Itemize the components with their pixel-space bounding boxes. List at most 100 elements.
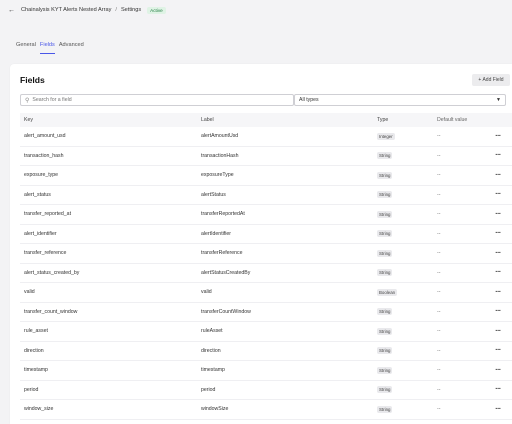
more-horizontal-icon[interactable]: ··· (488, 172, 508, 179)
more-horizontal-icon[interactable]: ··· (488, 367, 508, 374)
type-badge: String (377, 249, 393, 257)
field-default: -- (437, 250, 441, 257)
field-key: window_size (24, 406, 54, 413)
field-default: -- (437, 152, 441, 159)
type-badge: String (377, 269, 393, 277)
arrow-left-icon[interactable]: ← (8, 7, 15, 14)
field-key: period (24, 386, 39, 393)
more-horizontal-icon[interactable]: ··· (488, 328, 508, 335)
more-horizontal-icon[interactable]: ··· (488, 250, 508, 257)
field-type-cell: String (373, 230, 433, 238)
more-horizontal-icon[interactable]: ··· (488, 406, 508, 413)
field-key: transfer_reference (24, 250, 67, 257)
chevron-down-icon: ▼ (496, 97, 501, 103)
type-badge: String (377, 171, 393, 179)
more-horizontal-icon[interactable]: ··· (488, 269, 508, 276)
table-row[interactable]: direction direction String -- ··· (20, 342, 512, 361)
add-field-button[interactable]: + Add Field (472, 74, 510, 86)
table-row[interactable]: period period String -- ··· (20, 381, 512, 400)
type-badge: String (377, 308, 393, 316)
table-row[interactable]: alert_amount_usd alertAmountUsd Integer -- ·… (20, 127, 512, 147)
more-horizontal-icon[interactable]: ··· (488, 386, 508, 393)
field-default: -- (437, 406, 441, 413)
more-horizontal-icon[interactable]: ··· (488, 152, 508, 159)
field-label: alertStatus (201, 191, 226, 198)
field-type-cell: String (373, 191, 433, 199)
page-title: Chainalysis KYT Alerts Nested Array (21, 7, 112, 13)
field-type-cell: Boolean (373, 288, 433, 296)
tab-advanced[interactable]: Advanced (59, 42, 84, 54)
more-horizontal-icon[interactable]: ··· (488, 191, 508, 198)
tab-bar: General Fields Advanced (16, 42, 84, 54)
table-body: alert_amount_usd alertAmountUsd Integer -- ·… (20, 127, 512, 420)
table-row[interactable]: transfer_reported_at transferReportedAt St… (20, 205, 512, 225)
top-bar: ← Chainalysis KYT Alerts Nested Array / … (0, 0, 512, 20)
field-label: transferReportedAt (201, 211, 245, 218)
field-type-cell: String (373, 366, 433, 374)
table-row[interactable]: alert_status alertStatus String -- ··· (20, 186, 512, 205)
table-row[interactable]: exposure_type exposureType String -- ··· (20, 166, 512, 186)
field-label: exposureType (201, 172, 234, 179)
field-type-cell: String (373, 249, 433, 257)
field-type-cell: String (373, 152, 433, 160)
field-type-cell: String (373, 386, 433, 394)
type-badge: Integer (377, 132, 395, 140)
more-horizontal-icon[interactable]: ··· (488, 133, 508, 140)
column-header-key: Key (24, 117, 33, 123)
column-header-default: Default value (437, 117, 468, 123)
breadcrumb-settings[interactable]: Settings (121, 7, 141, 13)
field-label: timestamp (201, 367, 225, 374)
type-filter-select[interactable]: All types ▼ (294, 94, 506, 106)
tab-fields[interactable]: Fields (39, 42, 55, 54)
table-header: Key Label Type Default value (20, 113, 512, 127)
field-key: timestamp (24, 367, 48, 374)
field-default: -- (437, 289, 441, 296)
field-default: -- (437, 230, 441, 237)
more-horizontal-icon[interactable]: ··· (488, 230, 508, 237)
table-row[interactable]: alert_identifier alertIdentifier String -- ·… (20, 225, 512, 244)
field-key: alert_status_created_by (24, 269, 80, 276)
field-key: transaction_hash (24, 152, 64, 159)
type-badge: String (377, 405, 393, 413)
table-row[interactable]: rule_asset ruleAsset String -- ··· (20, 322, 512, 342)
type-badge: String (377, 386, 393, 394)
card-title: Fields (20, 75, 45, 85)
table-row[interactable]: alert_status_created_by alertStatusCreate… (20, 264, 512, 283)
type-badge: Boolean (377, 288, 398, 296)
field-label: transferCountWindow (201, 308, 251, 315)
type-badge: String (377, 152, 393, 160)
more-horizontal-icon[interactable]: ··· (488, 211, 508, 218)
field-label: transactionHash (201, 152, 239, 159)
search-input[interactable] (32, 97, 283, 103)
more-horizontal-icon[interactable]: ··· (488, 308, 508, 315)
field-type-cell: String (373, 171, 433, 179)
tab-general[interactable]: General (16, 42, 36, 54)
field-label: ruleAsset (201, 328, 223, 335)
field-label: valid (201, 289, 212, 296)
column-header-label: Label (201, 117, 214, 123)
field-default: -- (437, 308, 441, 315)
field-key: transfer_reported_at (24, 211, 72, 218)
more-horizontal-icon[interactable]: ··· (488, 347, 508, 354)
table-row[interactable]: transfer_reference transferReference Strin… (20, 244, 512, 264)
field-default: -- (437, 191, 441, 198)
search-box: ⚲ (20, 94, 294, 106)
field-label: direction (201, 347, 221, 354)
field-label: alertAmountUsd (201, 133, 239, 140)
field-label: alertIdentifier (201, 230, 231, 237)
breadcrumb-separator: / (115, 7, 117, 13)
table-row[interactable]: transaction_hash transactionHash String -- ·… (20, 147, 512, 166)
table-row[interactable]: valid valid Boolean -- ··· (20, 283, 512, 303)
table-row[interactable]: window_size windowSize String -- ··· (20, 400, 512, 420)
field-key: alert_status (24, 191, 51, 198)
field-label: windowSize (201, 406, 229, 413)
more-horizontal-icon[interactable]: ··· (488, 289, 508, 296)
table-row[interactable]: timestamp timestamp String -- ··· (20, 361, 512, 381)
field-default: -- (437, 367, 441, 374)
table-row[interactable]: transfer_count_window transferCountWindow… (20, 303, 512, 322)
field-type-cell: Integer (373, 132, 433, 140)
field-default: -- (437, 328, 441, 335)
field-default: -- (437, 386, 441, 393)
field-type-cell: String (373, 327, 433, 335)
type-badge: String (377, 230, 393, 238)
